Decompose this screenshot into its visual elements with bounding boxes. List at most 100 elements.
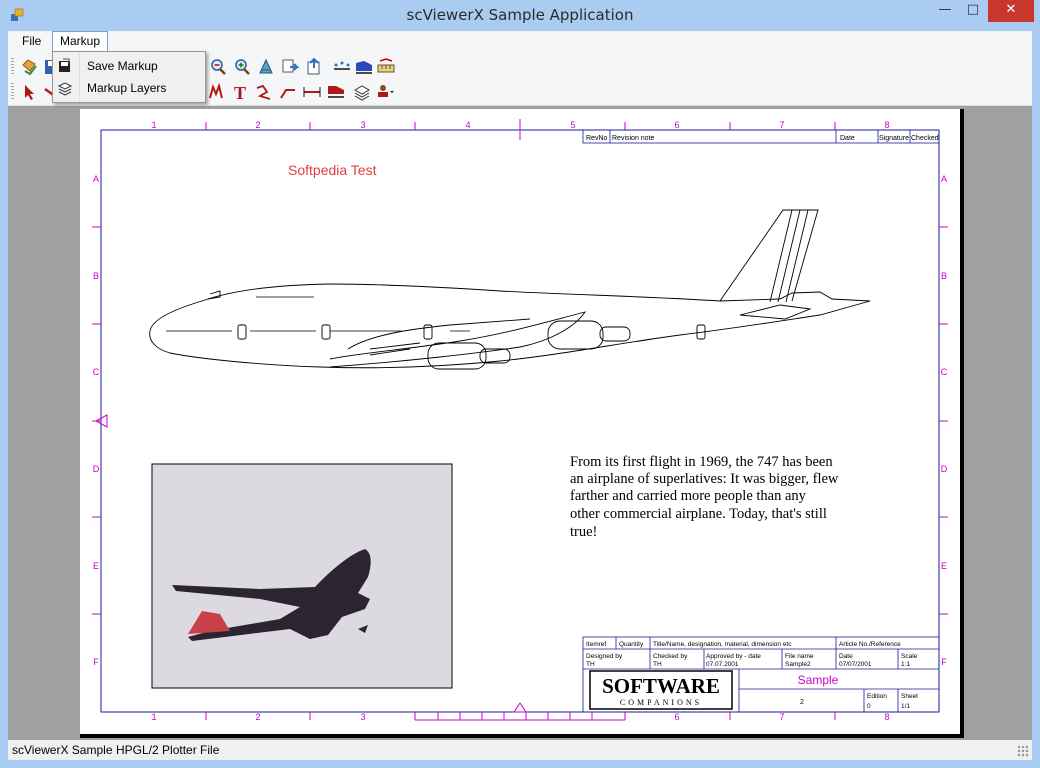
col-number: 7 <box>779 712 784 722</box>
row-letter: A <box>941 174 947 184</box>
col-number: 4 <box>465 120 470 130</box>
dimension-icon[interactable] <box>376 57 396 77</box>
tb-label: Article No./Reference <box>839 641 901 648</box>
measure-tool-icon[interactable] <box>302 82 322 102</box>
text-line: From its first flight in 1969, the 747 h… <box>570 454 833 470</box>
tb-label: Scale <box>901 653 918 660</box>
col-number: 8 <box>884 120 889 130</box>
client-area: File Markup T 1 2 3 4 5 6 7 8 1 2 3 6 7 … <box>8 31 1032 760</box>
zoom-out-icon[interactable] <box>208 57 228 77</box>
tb-label: Checked by <box>653 653 688 660</box>
col-number: 6 <box>674 120 679 130</box>
drawing-sheet[interactable]: 1 2 3 4 5 6 7 8 1 2 3 6 7 8 A B C D E F … <box>80 109 964 738</box>
tb-label: Approved by - date <box>706 653 761 660</box>
svg-text:COMPANIONS: COMPANIONS <box>620 698 702 707</box>
menu-item-save-markup[interactable]: Save Markup <box>53 55 205 77</box>
window-title: scViewerX Sample Application <box>406 6 634 24</box>
row-letter: E <box>93 561 99 571</box>
status-bar: scViewerX Sample HPGL/2 Plotter File <box>8 740 1032 760</box>
menu-item-markup-layers[interactable]: Markup Layers <box>53 77 205 99</box>
text-line: other commercial airplane. Today, that's… <box>570 506 827 522</box>
line-tool-icon[interactable] <box>278 82 298 102</box>
title-bar[interactable]: scViewerX Sample Application — □ ✕ <box>0 0 1040 31</box>
minimize-button[interactable]: — <box>932 0 958 22</box>
tb-value: 07/07/2001 <box>839 661 872 668</box>
tb-value: 1:1 <box>901 661 910 668</box>
tb-value: TH <box>586 661 595 668</box>
tb-label: Title/Name, designation, material, dimen… <box>653 641 792 648</box>
col-number: 8 <box>884 712 889 722</box>
menu-item-label: Save Markup <box>87 59 158 73</box>
tb-value: 1/1 <box>901 703 910 710</box>
revision-col: RevNo <box>586 135 608 142</box>
tb-label: Date <box>839 653 853 660</box>
markup-text[interactable]: Softpedia Test <box>288 162 377 178</box>
row-letter: C <box>941 367 948 377</box>
close-button[interactable]: ✕ <box>988 0 1034 22</box>
row-letter: F <box>941 657 947 667</box>
airplane-photo <box>151 463 453 689</box>
doc-number: 2 <box>800 699 804 706</box>
open-icon[interactable] <box>20 57 40 77</box>
layers-tool-icon[interactable] <box>352 82 372 102</box>
col-number: 3 <box>360 120 365 130</box>
layers-icon <box>57 82 73 96</box>
text-tool-icon[interactable]: T <box>230 82 250 102</box>
description-text: From its first flight in 1969, the 747 h… <box>570 454 839 540</box>
row-letter: E <box>941 561 947 571</box>
doc-title: Sample <box>798 673 839 687</box>
revision-col: Revision note <box>612 135 655 142</box>
tb-value: 07.07.2001 <box>706 661 739 668</box>
tb-value: Sample2 <box>785 661 811 668</box>
drawing-workspace[interactable]: 1 2 3 4 5 6 7 8 1 2 3 6 7 8 A B C D E F … <box>8 106 1032 740</box>
revision-col: Date <box>840 135 855 142</box>
maximize-button[interactable]: □ <box>960 0 986 22</box>
measure-points-icon[interactable] <box>332 57 352 77</box>
fill-area-icon[interactable] <box>354 57 374 77</box>
text-line: an airplane of superlatives: It was bigg… <box>570 471 839 487</box>
col-number: 7 <box>779 120 784 130</box>
toolbar-grip[interactable] <box>11 83 14 101</box>
text-line: farther and carried more people than any <box>570 488 807 504</box>
tb-value: TH <box>653 661 662 668</box>
text-line: true! <box>570 524 597 540</box>
save-markup-icon <box>59 58 70 72</box>
area-tool-icon[interactable] <box>326 82 346 102</box>
tb-label: Quantity <box>619 641 644 648</box>
export-icon[interactable] <box>304 57 324 77</box>
resize-grip[interactable] <box>1017 745 1029 757</box>
row-letter: A <box>93 174 99 184</box>
col-number: 1 <box>151 712 156 722</box>
row-letter: C <box>93 367 100 377</box>
tb-label: Designed by <box>586 653 623 660</box>
status-file-type: HPGL/2 Plotter File <box>116 743 220 757</box>
menu-file[interactable]: File <box>16 34 47 48</box>
col-number: 1 <box>151 120 156 130</box>
row-letter: F <box>93 657 99 667</box>
row-letter: D <box>941 464 948 474</box>
svg-text:T: T <box>234 83 246 102</box>
menu-bar: File Markup <box>8 31 1032 54</box>
row-letter: D <box>93 464 100 474</box>
markup-pen-icon[interactable] <box>206 82 226 102</box>
col-number: 2 <box>255 120 260 130</box>
revision-col: Signature <box>879 135 909 142</box>
freehand-icon[interactable] <box>254 82 274 102</box>
hpgl-drawing: 1 2 3 4 5 6 7 8 1 2 3 6 7 8 A B C D E F … <box>92 119 948 722</box>
menu-item-label: Markup Layers <box>87 81 167 95</box>
rotate-icon[interactable] <box>256 57 276 77</box>
tb-label: File name <box>785 653 814 660</box>
toolbar-grip[interactable] <box>11 58 14 76</box>
zoom-in-icon[interactable] <box>232 57 252 77</box>
app-window: scViewerX Sample Application — □ ✕ File … <box>0 0 1040 768</box>
tb-value: 0 <box>867 703 871 710</box>
tb-label: Itemref <box>586 641 606 648</box>
software-companions-logo: SOFTWARE COMPANIONS <box>589 670 733 710</box>
print-icon[interactable] <box>280 57 300 77</box>
stamp-dropdown-icon[interactable] <box>374 82 394 102</box>
row-letter: B <box>941 271 947 281</box>
select-arrow-icon[interactable] <box>20 82 40 102</box>
col-number: 6 <box>674 712 679 722</box>
col-number: 3 <box>360 712 365 722</box>
row-letter: B <box>93 271 99 281</box>
